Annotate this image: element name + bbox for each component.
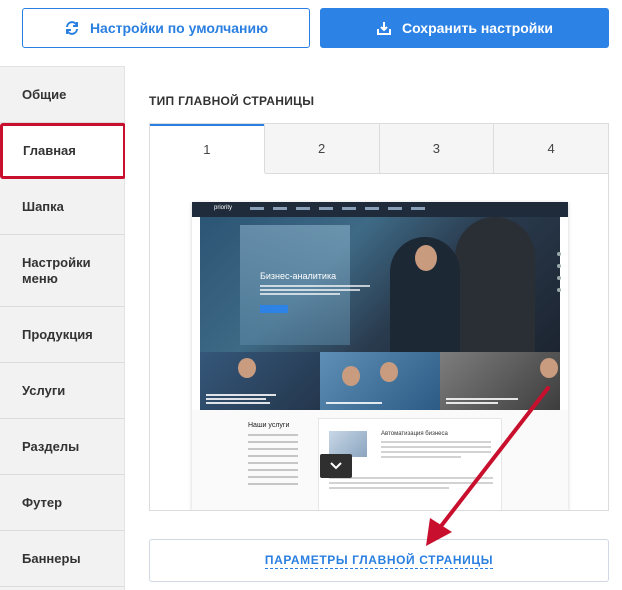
sidebar-item-products[interactable]: Продукция bbox=[0, 307, 124, 363]
tab-label: 4 bbox=[547, 141, 555, 156]
sidebar-item-label: Баннеры bbox=[22, 550, 81, 566]
sidebar-item-menu-settings[interactable]: Настройки меню bbox=[0, 235, 124, 307]
sidebar-item-main[interactable]: Главная bbox=[0, 123, 126, 179]
chevron-down-icon bbox=[330, 457, 342, 475]
preview-hero: Бизнес-аналитика bbox=[200, 217, 560, 352]
sidebar-item-general[interactable]: Общие bbox=[0, 67, 124, 123]
default-settings-label: Настройки по умолчанию bbox=[89, 20, 269, 36]
preview-thumbnail: priority Бизнес-аналитика Наши услуги Ав… bbox=[192, 202, 568, 510]
main-page-params-button[interactable]: ПАРАМЕТРЫ ГЛАВНОЙ СТРАНИЦЫ bbox=[149, 539, 609, 582]
tab-4[interactable]: 4 bbox=[493, 124, 608, 173]
download-icon bbox=[376, 20, 392, 36]
sidebar-item-banners[interactable]: Баннеры bbox=[0, 531, 124, 587]
tab-3[interactable]: 3 bbox=[378, 124, 494, 173]
preview-cards bbox=[200, 352, 560, 410]
sidebar-item-label: Разделы bbox=[22, 438, 80, 454]
sidebar-item-label: Общие bbox=[22, 86, 67, 102]
main-panel: ТИП ГЛАВНОЙ СТРАНИЦЫ 1 2 3 4 priority Би… bbox=[125, 66, 622, 590]
tab-1[interactable]: 1 bbox=[150, 124, 264, 173]
preview-services-title: Наши услуги bbox=[248, 422, 290, 429]
tab-label: 3 bbox=[432, 141, 440, 156]
sidebar-item-label: Настройки меню bbox=[22, 254, 91, 286]
sidebar-item-label: Продукция bbox=[22, 326, 93, 342]
sidebar-item-header[interactable]: Шапка bbox=[0, 179, 124, 235]
tab-2[interactable]: 2 bbox=[263, 124, 379, 173]
preview-hero-title: Бизнес-аналитика bbox=[260, 271, 337, 281]
sidebar-item-label: Шапка bbox=[22, 198, 64, 214]
sidebar-item-label: Футер bbox=[22, 494, 63, 510]
sidebar-item-services[interactable]: Услуги bbox=[0, 363, 124, 419]
sidebar-item-footer[interactable]: Футер bbox=[0, 475, 124, 531]
preview-card-title: Автоматизация бизнеса bbox=[381, 431, 448, 437]
refresh-icon bbox=[64, 20, 80, 36]
toolbar: Настройки по умолчанию Сохранить настрой… bbox=[0, 0, 622, 66]
preview-logo: priority bbox=[214, 205, 233, 211]
sidebar-item-label: Услуги bbox=[22, 382, 66, 398]
sidebar: Общие Главная Шапка Настройки меню Проду… bbox=[0, 66, 126, 590]
tab-label: 1 bbox=[203, 142, 211, 157]
sidebar-item-label: Главная bbox=[23, 143, 76, 158]
save-settings-button[interactable]: Сохранить настройки bbox=[320, 8, 609, 48]
default-settings-button[interactable]: Настройки по умолчанию bbox=[22, 8, 310, 48]
page-type-preview: priority Бизнес-аналитика Наши услуги Ав… bbox=[149, 173, 609, 511]
save-settings-label: Сохранить настройки bbox=[401, 20, 554, 36]
tab-label: 2 bbox=[318, 141, 326, 156]
sidebar-item-sections[interactable]: Разделы bbox=[0, 419, 124, 475]
section-title: ТИП ГЛАВНОЙ СТРАНИЦЫ bbox=[149, 94, 315, 108]
page-type-tabs: 1 2 3 4 bbox=[149, 123, 609, 173]
scroll-down-button[interactable] bbox=[320, 454, 352, 478]
main-page-params-label: ПАРАМЕТРЫ ГЛАВНОЙ СТРАНИЦЫ bbox=[264, 552, 494, 569]
preview-navbar: priority bbox=[192, 202, 568, 217]
